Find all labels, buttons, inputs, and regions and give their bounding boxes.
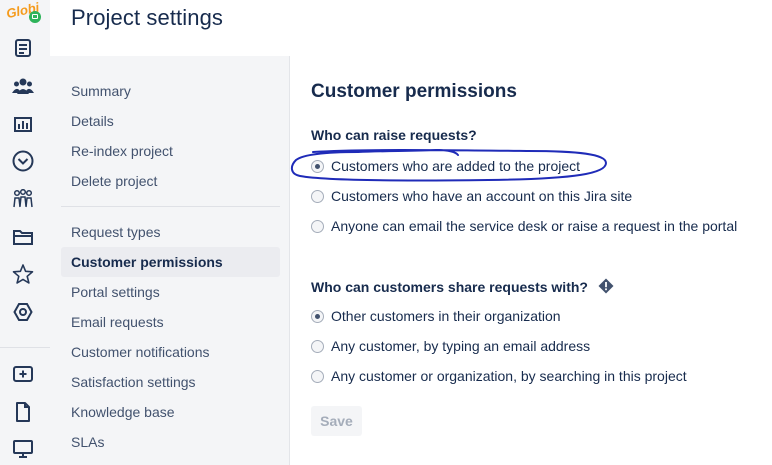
radio-label: Other customers in their organization	[331, 308, 561, 324]
nav-item-request-types[interactable]: Request types	[61, 217, 280, 247]
monitor-icon[interactable]	[11, 437, 35, 461]
radio-unchecked[interactable]	[311, 369, 324, 383]
issues-icon[interactable]	[11, 36, 35, 60]
radio-checked[interactable]	[311, 159, 324, 173]
sidebar-border	[289, 56, 290, 465]
nav-item-customer-permissions[interactable]: Customer permissions	[61, 247, 280, 277]
nav-item-slas[interactable]: SLAs	[61, 427, 280, 457]
global-nav-bar: Globi	[0, 0, 50, 465]
reports-icon[interactable]	[11, 112, 35, 136]
circle-chevron-icon[interactable]	[11, 149, 35, 173]
nav-item-summary[interactable]: Summary	[61, 76, 280, 106]
nav-item-satisfaction-settings[interactable]: Satisfaction settings	[61, 367, 280, 397]
app-logo[interactable]: Globi	[4, 0, 44, 26]
team-icon[interactable]	[11, 187, 35, 211]
star-icon[interactable]	[11, 262, 35, 286]
raise-option-anyone[interactable]: Anyone can email the service desk or rai…	[311, 216, 737, 236]
radio-label: Customers who are added to the project	[331, 158, 581, 174]
raise-option-added-customers[interactable]: Customers who are added to the project	[311, 156, 580, 176]
folder-icon[interactable]	[11, 225, 35, 249]
icon-bar-divider	[0, 347, 50, 348]
nav-item-customer-notifications[interactable]: Customer notifications	[61, 337, 280, 367]
radio-label: Any customer or organization, by searchi…	[331, 368, 687, 384]
radio-unchecked[interactable]	[311, 189, 324, 203]
warning-icon[interactable]	[598, 278, 614, 297]
hexagon-icon[interactable]	[11, 300, 35, 324]
raise-requests-label: Who can raise requests?	[311, 127, 477, 143]
radio-label: Anyone can email the service desk or rai…	[331, 218, 738, 234]
nav-item-reindex-project[interactable]: Re-index project	[61, 136, 280, 166]
page-title: Project settings	[71, 5, 224, 30]
people-icon[interactable]	[11, 74, 35, 98]
radio-label: Any customer, by typing an email address	[331, 338, 591, 354]
settings-sidebar: Summary Details Re-index project Delete …	[50, 56, 290, 465]
share-option-email[interactable]: Any customer, by typing an email address	[311, 336, 590, 356]
nav-divider	[61, 206, 280, 207]
page-icon[interactable]	[11, 400, 35, 424]
raise-option-jira-account[interactable]: Customers who have an account on this Ji…	[311, 186, 632, 206]
nav-item-details[interactable]: Details	[61, 106, 280, 136]
add-icon[interactable]	[11, 362, 35, 386]
share-requests-label-text: Who can customers share requests with?	[311, 279, 588, 295]
nav-item-email-requests[interactable]: Email requests	[61, 307, 280, 337]
radio-label: Customers who have an account on this Ji…	[331, 188, 633, 204]
radio-unchecked[interactable]	[311, 219, 324, 233]
share-requests-label: Who can customers share requests with?	[311, 278, 614, 297]
nav-item-delete-project[interactable]: Delete project	[61, 166, 280, 196]
radio-checked[interactable]	[311, 309, 324, 323]
save-button[interactable]: Save	[311, 406, 362, 436]
radio-unchecked[interactable]	[311, 339, 324, 353]
nav-item-portal-settings[interactable]: Portal settings	[61, 277, 280, 307]
section-title: Customer permissions	[311, 81, 517, 102]
share-option-organization[interactable]: Other customers in their organization	[311, 306, 561, 326]
nav-item-knowledge-base[interactable]: Knowledge base	[61, 397, 280, 427]
share-option-search[interactable]: Any customer or organization, by searchi…	[311, 366, 687, 386]
